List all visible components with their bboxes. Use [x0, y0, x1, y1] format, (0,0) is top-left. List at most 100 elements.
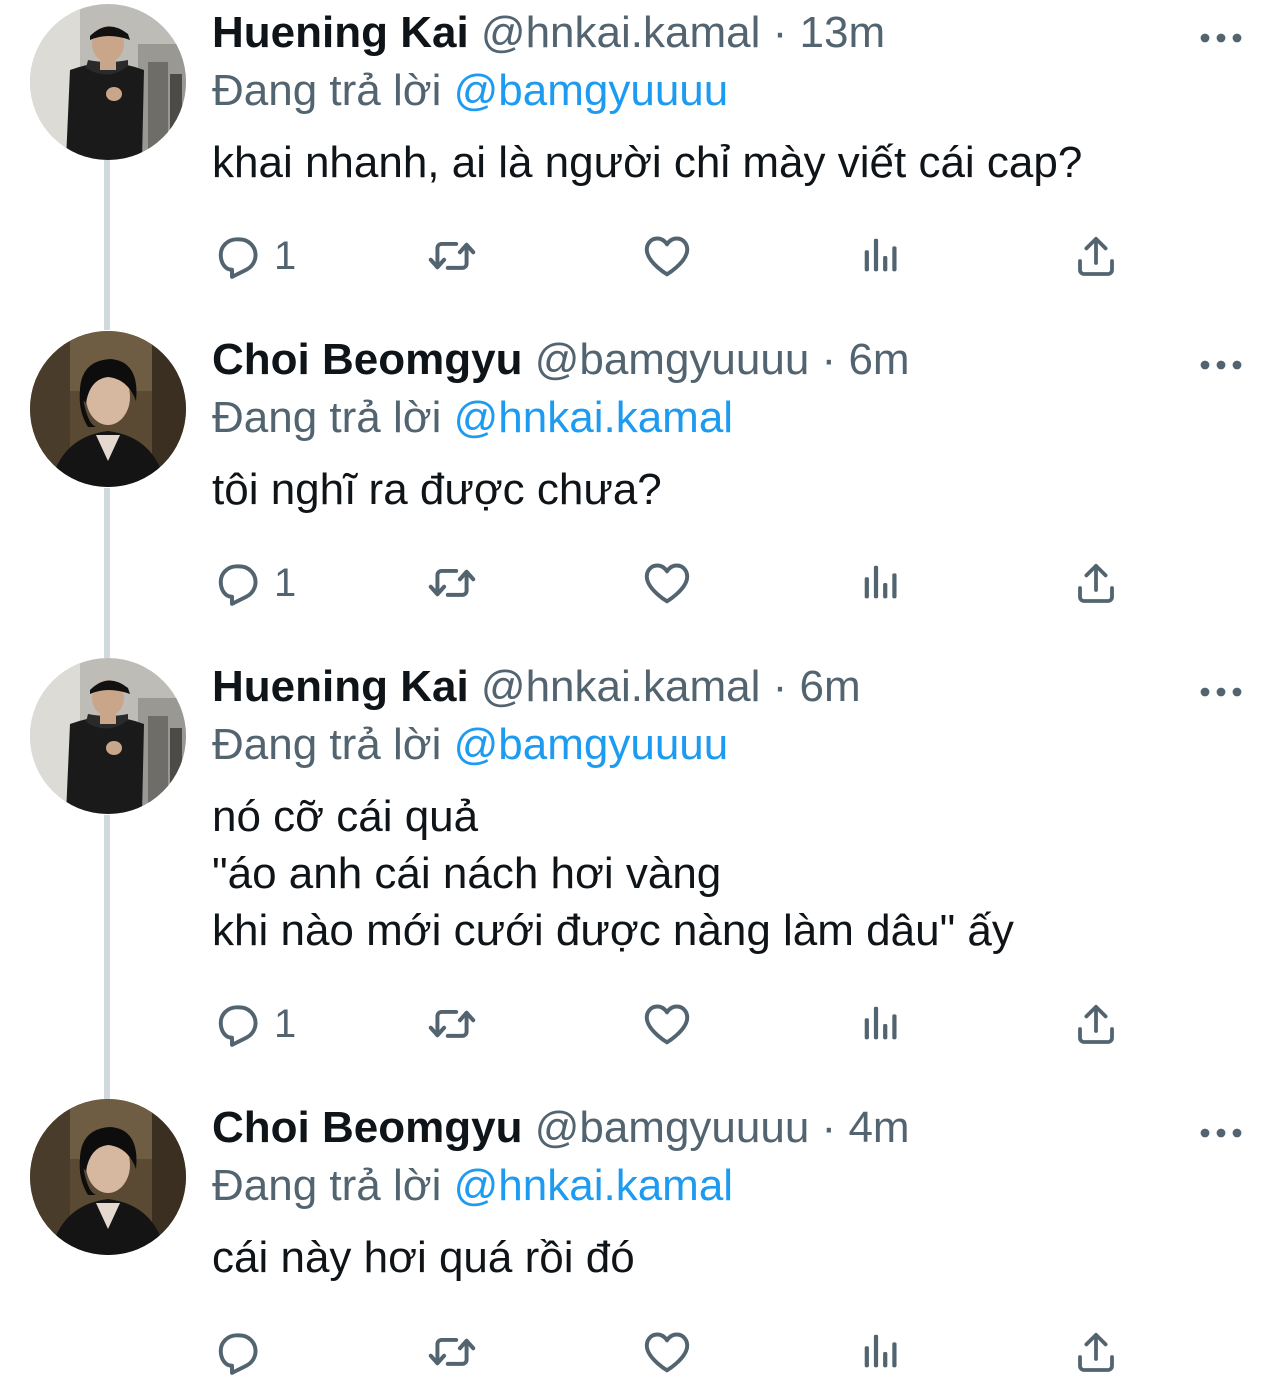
tweet-content: Huening Kai @hnkai.kamal · 13m Đang trả …	[212, 4, 1212, 191]
tweet-actions: 1	[212, 226, 1132, 286]
share-button[interactable]	[1072, 226, 1120, 286]
reply-icon	[212, 999, 262, 1049]
tweet[interactable]: Huening Kai @hnkai.kamal · 6m Đang trả l…	[0, 658, 1284, 1058]
more-options-button[interactable]	[1196, 676, 1246, 708]
like-icon	[642, 999, 692, 1049]
replying-to-label: Đang trả lời	[212, 66, 442, 115]
replying-to-label: Đang trả lời	[212, 393, 442, 442]
like-button[interactable]	[642, 994, 692, 1054]
avatar[interactable]	[30, 1099, 186, 1255]
analytics-button[interactable]	[858, 1322, 904, 1382]
analytics-button[interactable]	[858, 226, 904, 286]
user-handle[interactable]: @hnkai.kamal	[481, 662, 760, 711]
replying-to-label: Đang trả lời	[212, 720, 442, 769]
reply-button[interactable]: 1	[212, 226, 296, 286]
tweet-actions	[212, 1322, 1132, 1382]
tweet-thread: Huening Kai @hnkai.kamal · 13m Đang trả …	[0, 0, 1284, 1385]
more-options-button[interactable]	[1196, 22, 1246, 54]
reply-button[interactable]: 1	[212, 994, 296, 1054]
tweet-actions: 1	[212, 994, 1132, 1054]
analytics-button[interactable]	[858, 994, 904, 1054]
retweet-icon	[426, 999, 478, 1049]
like-icon	[642, 231, 692, 281]
display-name[interactable]: Huening Kai	[212, 662, 469, 711]
replying-to: Đang trả lời @hnkai.kamal	[212, 389, 1212, 447]
like-button[interactable]	[642, 1322, 692, 1382]
like-button[interactable]	[642, 553, 692, 613]
tweet[interactable]: Choi Beomgyu @bamgyuuuu · 6m Đang trả lờ…	[0, 331, 1284, 631]
reply-button[interactable]	[212, 1322, 274, 1382]
tweet[interactable]: Choi Beomgyu @bamgyuuuu · 4m Đang trả lờ…	[0, 1099, 1284, 1385]
analytics-button[interactable]	[858, 553, 904, 613]
share-button[interactable]	[1072, 553, 1120, 613]
tweet-content: Huening Kai @hnkai.kamal · 6m Đang trả l…	[212, 658, 1212, 959]
share-icon	[1072, 559, 1120, 607]
user-handle[interactable]: @bamgyuuuu	[535, 335, 810, 384]
user-handle[interactable]: @hnkai.kamal	[481, 8, 760, 57]
tweet-text: tôi nghĩ ra được chưa?	[212, 465, 662, 514]
separator-dot: ·	[772, 662, 788, 711]
tweet-header: Huening Kai @hnkai.kamal · 13m	[212, 4, 1212, 62]
profile-photo-icon	[30, 4, 186, 160]
display-name[interactable]: Choi Beomgyu	[212, 335, 522, 384]
replying-to-handle-link[interactable]: @hnkai.kamal	[454, 1161, 733, 1210]
retweet-button[interactable]	[426, 226, 478, 286]
like-icon	[642, 1327, 692, 1377]
like-button[interactable]	[642, 226, 692, 286]
more-dots-icon	[1196, 1117, 1246, 1149]
analytics-icon	[858, 1001, 904, 1047]
avatar[interactable]	[30, 331, 186, 487]
retweet-button[interactable]	[426, 994, 478, 1054]
share-button[interactable]	[1072, 1322, 1120, 1382]
retweet-icon	[426, 231, 478, 281]
tweet-text: khai nhanh, ai là người chỉ mày viết cái…	[212, 138, 1083, 187]
separator-dot: ·	[821, 1103, 837, 1152]
tweet-actions: 1	[212, 553, 1132, 613]
more-options-button[interactable]	[1196, 1117, 1246, 1149]
user-handle[interactable]: @bamgyuuuu	[535, 1103, 810, 1152]
tweet[interactable]: Huening Kai @hnkai.kamal · 13m Đang trả …	[0, 4, 1284, 304]
profile-photo-icon	[30, 331, 186, 487]
avatar[interactable]	[30, 658, 186, 814]
share-icon	[1072, 1328, 1120, 1376]
share-button[interactable]	[1072, 994, 1120, 1054]
timestamp[interactable]: 6m	[800, 662, 861, 711]
like-icon	[642, 558, 692, 608]
reply-count: 1	[274, 1002, 297, 1046]
reply-button[interactable]: 1	[212, 553, 296, 613]
timestamp[interactable]: 13m	[800, 8, 886, 57]
timestamp[interactable]: 4m	[848, 1103, 909, 1152]
display-name[interactable]: Choi Beomgyu	[212, 1103, 522, 1152]
tweet-text: nó cỡ cái quả "áo anh cái nách hơi vàng …	[212, 792, 1014, 955]
separator-dot: ·	[821, 335, 837, 384]
avatar[interactable]	[30, 4, 186, 160]
tweet-header: Choi Beomgyu @bamgyuuuu · 4m	[212, 1099, 1212, 1157]
reply-icon	[212, 231, 262, 281]
tweet-header: Choi Beomgyu @bamgyuuuu · 6m	[212, 331, 1212, 389]
reply-count: 1	[274, 234, 297, 278]
replying-to-label: Đang trả lời	[212, 1161, 442, 1210]
more-dots-icon	[1196, 676, 1246, 708]
more-options-button[interactable]	[1196, 349, 1246, 381]
analytics-icon	[858, 233, 904, 279]
tweet-header: Huening Kai @hnkai.kamal · 6m	[212, 658, 1212, 716]
analytics-icon	[858, 1329, 904, 1375]
retweet-button[interactable]	[426, 553, 478, 613]
profile-photo-icon	[30, 1099, 186, 1255]
separator-dot: ·	[772, 8, 788, 57]
share-icon	[1072, 232, 1120, 280]
replying-to-handle-link[interactable]: @bamgyuuuu	[454, 66, 729, 115]
retweet-button[interactable]	[426, 1322, 478, 1382]
timestamp[interactable]: 6m	[848, 335, 909, 384]
reply-icon	[212, 558, 262, 608]
replying-to: Đang trả lời @bamgyuuuu	[212, 716, 1212, 774]
replying-to-handle-link[interactable]: @hnkai.kamal	[454, 393, 733, 442]
replying-to: Đang trả lời @hnkai.kamal	[212, 1157, 1212, 1215]
display-name[interactable]: Huening Kai	[212, 8, 469, 57]
tweet-content: Choi Beomgyu @bamgyuuuu · 4m Đang trả lờ…	[212, 1099, 1212, 1286]
more-dots-icon	[1196, 22, 1246, 54]
replying-to-handle-link[interactable]: @bamgyuuuu	[454, 720, 729, 769]
retweet-icon	[426, 558, 478, 608]
more-dots-icon	[1196, 349, 1246, 381]
reply-icon	[212, 1327, 262, 1377]
